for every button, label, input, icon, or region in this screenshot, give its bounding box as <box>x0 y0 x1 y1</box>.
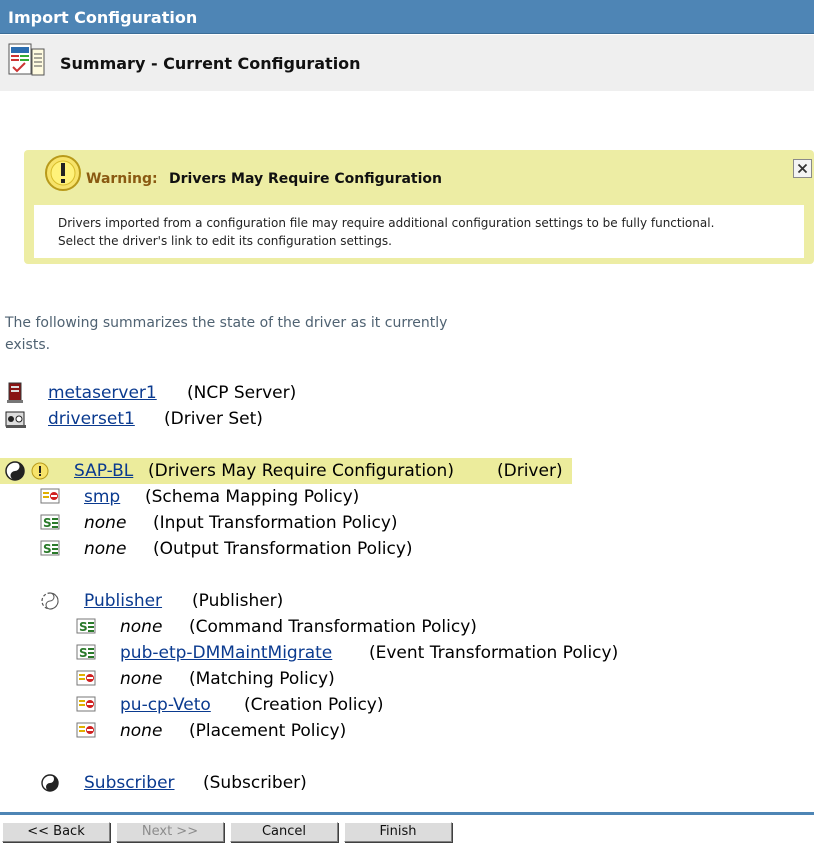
stylesheet-policy-icon: S <box>40 540 60 556</box>
back-button[interactable]: << Back <box>2 822 110 842</box>
policy-none: none <box>84 513 127 533</box>
policy-link[interactable]: pub-etp-DMMaintMigrate <box>120 640 332 666</box>
warning-panel: Warning: Drivers May Require Configurati… <box>24 150 814 264</box>
summary-intro: The following summarizes the state of th… <box>5 315 448 353</box>
publisher-link[interactable]: Publisher <box>84 588 162 614</box>
policy-type: (Output Transformation Policy) <box>153 539 413 559</box>
mapping-policy-icon <box>40 488 60 504</box>
policy-type: (Creation Policy) <box>244 695 384 715</box>
stylesheet-policy-icon: S <box>40 514 60 530</box>
driver-link[interactable]: SAP-BL <box>74 458 133 484</box>
server-link[interactable]: metaserver1 <box>48 380 157 406</box>
svg-text:S: S <box>43 542 52 556</box>
policy-none: none <box>120 617 163 637</box>
stylesheet-policy-icon: S <box>76 618 96 634</box>
cancel-button[interactable]: Cancel <box>230 822 338 842</box>
policy-type: (Schema Mapping Policy) <box>145 487 360 507</box>
page-title: Summary - Current Configuration <box>60 54 361 73</box>
server-type: (NCP Server) <box>187 383 297 403</box>
policy-type: (Event Transformation Policy) <box>369 643 619 663</box>
policy-none: none <box>84 539 127 559</box>
publisher-type: (Publisher) <box>192 591 284 611</box>
policy-type: (Command Transformation Policy) <box>189 617 477 637</box>
policy-type: (Input Transformation Policy) <box>153 513 398 533</box>
policy-none: none <box>120 721 163 741</box>
close-icon[interactable] <box>793 159 812 178</box>
svg-text:S: S <box>79 620 88 634</box>
policy-link[interactable]: smp <box>84 484 120 510</box>
driver-type: (Driver) <box>497 461 563 481</box>
publisher-icon <box>41 592 59 610</box>
driverset-icon <box>5 411 26 428</box>
placement-policy-icon <box>76 722 96 738</box>
server-icon <box>7 382 23 403</box>
subscriber-icon <box>41 774 59 792</box>
matching-policy-icon <box>76 670 96 686</box>
subscriber-link[interactable]: Subscriber <box>84 770 175 796</box>
next-button[interactable]: Next >> <box>116 822 224 842</box>
warning-message-line-1: Drivers imported from a configuration fi… <box>58 216 715 230</box>
warning-heading: Drivers May Require Configuration <box>169 171 442 187</box>
svg-text:S: S <box>79 646 88 660</box>
warning-small-icon <box>31 462 49 480</box>
window-title: Import Configuration <box>0 0 814 34</box>
driver-icon <box>5 461 25 481</box>
driverset-type: (Driver Set) <box>164 409 263 429</box>
subscriber-type: (Subscriber) <box>203 773 307 793</box>
summary-header: Summary - Current Configuration <box>0 35 814 91</box>
stylesheet-policy-icon: S <box>76 644 96 660</box>
driverset-link[interactable]: driverset1 <box>48 406 135 432</box>
driver-status: (Drivers May Require Configuration) <box>148 461 454 481</box>
warning-message: Drivers imported from a configuration fi… <box>34 205 804 258</box>
svg-text:S: S <box>43 516 52 530</box>
summary-document-icon <box>8 43 45 76</box>
policy-none: none <box>120 669 163 689</box>
finish-button[interactable]: Finish <box>344 822 452 842</box>
footer-divider <box>0 812 814 815</box>
policy-type: (Matching Policy) <box>189 669 335 689</box>
warning-label: Warning: <box>86 171 158 187</box>
policy-type: (Placement Policy) <box>189 721 347 741</box>
policy-link[interactable]: pu-cp-Veto <box>120 692 211 718</box>
warning-icon <box>45 155 81 191</box>
warning-message-line-2: Select the driver's link to edit its con… <box>58 234 392 248</box>
creation-policy-icon <box>76 696 96 712</box>
